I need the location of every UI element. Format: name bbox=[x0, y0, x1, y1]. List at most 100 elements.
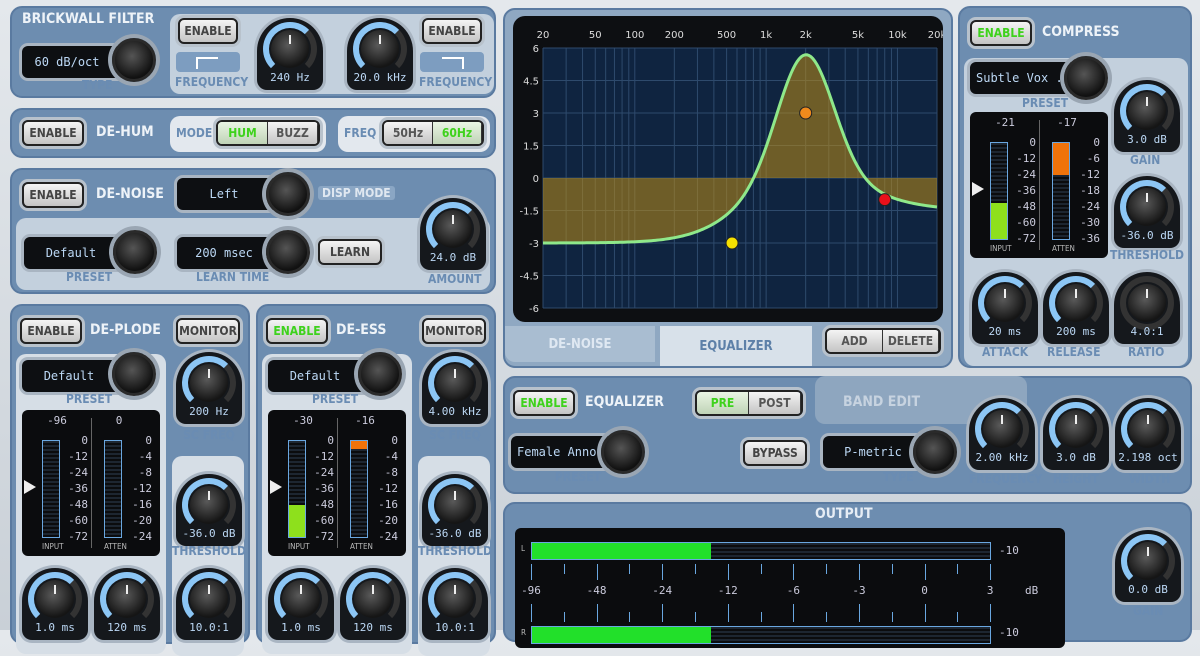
denoise-enable-button[interactable]: ENABLE bbox=[22, 182, 84, 208]
atten-readout: -16 bbox=[355, 414, 375, 427]
output-gain-knob[interactable]: 0.0 dB bbox=[1115, 530, 1181, 602]
input-scale-label: -24 bbox=[1016, 168, 1036, 181]
pre-post-selector[interactable]: PRE POST bbox=[695, 390, 803, 416]
tab-equalizer[interactable]: EQUALIZER bbox=[660, 326, 812, 366]
output-tick bbox=[727, 564, 729, 580]
meter-divider bbox=[337, 418, 338, 548]
mode-hum[interactable]: HUM bbox=[218, 122, 268, 144]
disp-mode-knob[interactable] bbox=[266, 172, 310, 216]
output-tick bbox=[891, 564, 893, 574]
atten-bar bbox=[1052, 142, 1070, 240]
input-scale-label: -60 bbox=[1016, 216, 1036, 229]
low-cut-enable-button[interactable]: ENABLE bbox=[178, 18, 238, 44]
deplode-sc-freq-knob[interactable]: 200 Hz bbox=[176, 352, 242, 424]
deplode-threshold-knob[interactable]: -36.0 dB bbox=[176, 474, 242, 546]
deess-preset-knob[interactable] bbox=[358, 352, 402, 396]
deess-attack-knob[interactable]: 1.0 ms bbox=[268, 568, 334, 640]
filter-type-knob[interactable] bbox=[112, 38, 156, 82]
output-tick bbox=[695, 612, 696, 622]
deplode-preset-knob[interactable] bbox=[112, 352, 156, 396]
deess-release-knob[interactable]: 120 ms bbox=[340, 568, 406, 640]
x-tick-label: 10k bbox=[888, 30, 907, 41]
freq-50hz[interactable]: 50Hz bbox=[384, 122, 433, 144]
deplode-attack-knob[interactable]: 1.0 ms bbox=[22, 568, 88, 640]
output-title: OUTPUT bbox=[815, 506, 873, 522]
bypass-button[interactable]: BYPASS bbox=[743, 440, 807, 466]
compress-threshold-knob[interactable]: -36.0 dB bbox=[1114, 176, 1180, 248]
compress-preset-knob[interactable] bbox=[1064, 56, 1108, 100]
output-scale-label: -6 bbox=[786, 584, 801, 597]
ratio-knob[interactable]: 4.0:1 bbox=[1114, 272, 1180, 344]
output-left-readout: -10 bbox=[999, 544, 1019, 557]
learn-button[interactable]: LEARN bbox=[318, 239, 382, 265]
deplode-threshold-knob-value: -36.0 dB bbox=[182, 527, 236, 540]
freq-selector[interactable]: 50Hz 60Hz bbox=[382, 120, 484, 146]
eq-band-handle[interactable] bbox=[725, 236, 739, 250]
lowpass-shape-icon bbox=[420, 52, 484, 72]
deess-threshold-knob[interactable]: -36.0 dB bbox=[422, 474, 488, 546]
band-add-delete[interactable]: ADD DELETE bbox=[825, 328, 941, 354]
output-gain-label: GAIN bbox=[1133, 604, 1164, 618]
learn-time-knob[interactable] bbox=[266, 230, 310, 274]
y-tick-label: -4.5 bbox=[519, 272, 539, 283]
deplode-threshold-label: THRESHOLD bbox=[172, 544, 246, 558]
mode-selector[interactable]: HUM BUZZ bbox=[216, 120, 320, 146]
output-tick bbox=[531, 564, 532, 580]
threshold-label: THRESHOLD bbox=[1110, 248, 1184, 262]
band-height-knob[interactable]: 3.0 dB bbox=[1043, 398, 1109, 470]
amount-knob[interactable]: 24.0 dB bbox=[420, 198, 486, 270]
eq-graph[interactable]: 6 4.5 3 1.5 0 -1.5 -3 -4.5 -6 20 50 100 200 500 1k 2k 5k… bbox=[513, 16, 943, 322]
band-width-label: WIDTH bbox=[1129, 472, 1171, 486]
deess-enable-button[interactable]: ENABLE bbox=[266, 318, 328, 344]
delete-band-button[interactable]: DELETE bbox=[883, 330, 939, 352]
freq-60hz[interactable]: 60Hz bbox=[433, 122, 482, 144]
eq-enable-button[interactable]: ENABLE bbox=[513, 390, 575, 416]
deplode-release-knob[interactable]: 120 ms bbox=[94, 568, 160, 640]
input-scale-label: -12 bbox=[314, 450, 334, 463]
mode-buzz[interactable]: BUZZ bbox=[268, 122, 318, 144]
band-frequency-knob[interactable]: 2.00 kHz bbox=[969, 398, 1035, 470]
dehum-enable-button[interactable]: ENABLE bbox=[22, 120, 84, 146]
high-cut-enable-button[interactable]: ENABLE bbox=[422, 18, 482, 44]
deess-sc-freq-knob[interactable]: 4.00 kHz bbox=[422, 352, 488, 424]
release-knob[interactable]: 200 ms bbox=[1043, 272, 1109, 344]
threshold-handle[interactable] bbox=[24, 480, 36, 494]
threshold-handle[interactable] bbox=[270, 480, 282, 494]
atten-scale-label: 0 bbox=[1093, 136, 1100, 149]
deess-ratio-knob[interactable]: 10.0:1 bbox=[422, 568, 488, 640]
eq-band-handle[interactable] bbox=[878, 193, 892, 207]
atten-scale-label: -20 bbox=[378, 514, 398, 527]
compress-enable-button[interactable]: ENABLE bbox=[970, 20, 1032, 46]
band-width-knob[interactable]: 2.198 oct bbox=[1115, 398, 1181, 470]
band-type-knob[interactable] bbox=[913, 430, 957, 474]
deplode-ratio-knob-value: 10.0:1 bbox=[189, 621, 229, 634]
input-scale-label: -24 bbox=[68, 466, 88, 479]
add-band-button[interactable]: ADD bbox=[827, 330, 883, 352]
attack-knob[interactable]: 20 ms bbox=[972, 272, 1038, 344]
deplode-ratio-knob[interactable]: 10.0:1 bbox=[176, 568, 242, 640]
eq-preset-knob[interactable] bbox=[601, 430, 645, 474]
input-scale-label: -12 bbox=[68, 450, 88, 463]
pre-option[interactable]: PRE bbox=[697, 392, 749, 414]
deplode-title: DE-PLODE bbox=[90, 322, 161, 338]
threshold-handle[interactable] bbox=[972, 182, 984, 196]
output-tick bbox=[596, 604, 598, 622]
output-tick bbox=[793, 564, 795, 580]
eq-band-handle[interactable] bbox=[799, 106, 813, 120]
deplode-enable-button[interactable]: ENABLE bbox=[20, 318, 82, 344]
high-frequency-knob[interactable]: 20.0 kHz bbox=[347, 18, 413, 90]
learn-time-label: LEARN TIME bbox=[196, 270, 270, 284]
output-tick bbox=[662, 564, 664, 580]
atten-scale-label: -8 bbox=[138, 466, 152, 479]
atten-label: ATTEN bbox=[104, 542, 127, 551]
preset-knob[interactable] bbox=[113, 230, 157, 274]
low-frequency-knob[interactable]: 240 Hz bbox=[257, 18, 323, 90]
compress-gain-knob[interactable]: 3.0 dB bbox=[1114, 80, 1180, 152]
deess-monitor-button[interactable]: MONITOR bbox=[422, 318, 486, 344]
compress-preset-label: PRESET bbox=[1022, 96, 1069, 110]
tab-denoise[interactable]: DE-NOISE bbox=[505, 326, 655, 362]
post-option[interactable]: POST bbox=[749, 392, 801, 414]
output-tick bbox=[695, 564, 696, 574]
deplode-monitor-button[interactable]: MONITOR bbox=[176, 318, 240, 344]
input-label: INPUT bbox=[990, 244, 1012, 253]
